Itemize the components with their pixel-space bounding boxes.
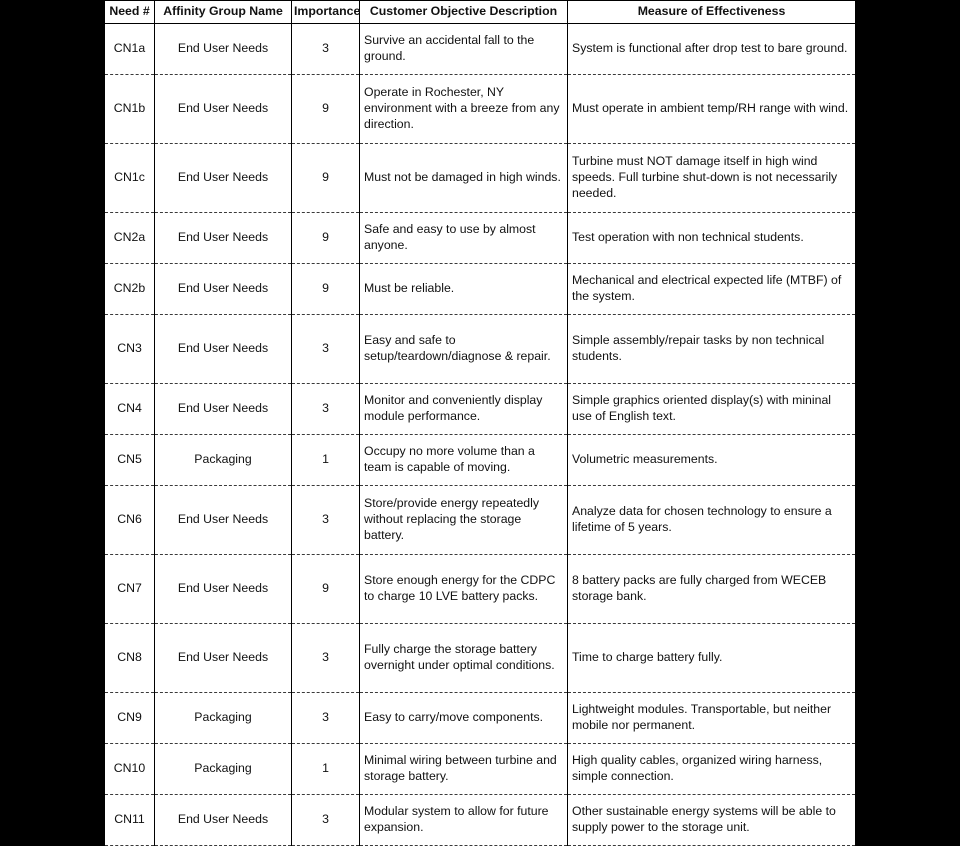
cell-need: CN2a: [104, 211, 155, 264]
table-row: CN5 Packaging 1 Occupy no more volume th…: [104, 433, 856, 486]
cell-affinity: End User Needs: [154, 484, 292, 555]
cell-need: CN10: [104, 742, 155, 795]
cell-measure: Lightweight modules. Transportable, but …: [567, 691, 856, 744]
cell-need: CN5: [104, 433, 155, 486]
table-row: CN2b End User Needs 9 Must be reliable. …: [104, 262, 856, 315]
cell-measure: Analyze data for chosen technology to en…: [567, 484, 856, 555]
cell-importance: 9: [291, 211, 360, 264]
cell-measure: Simple assembly/repair tasks by non tech…: [567, 313, 856, 384]
cell-importance: 9: [291, 553, 360, 624]
table-row: CN7 End User Needs 9 Store enough energy…: [104, 553, 856, 624]
cell-importance: 9: [291, 73, 360, 144]
cell-importance: 1: [291, 433, 360, 486]
cell-need: CN1c: [104, 142, 155, 213]
cell-description: Fully charge the storage battery overnig…: [359, 622, 568, 693]
cell-affinity: End User Needs: [154, 73, 292, 144]
cell-description: Must be reliable.: [359, 262, 568, 315]
cell-affinity: End User Needs: [154, 22, 292, 75]
needs-table-sheet: Need # Affinity Group Name Importance Cu…: [104, 0, 856, 846]
cell-description: Modular system to allow for future expan…: [359, 793, 568, 846]
cell-importance: 3: [291, 382, 360, 435]
cell-description: Monitor and conveniently display module …: [359, 382, 568, 435]
cell-affinity: End User Needs: [154, 382, 292, 435]
table-row: CN10 Packaging 1 Minimal wiring between …: [104, 742, 856, 795]
cell-importance: 3: [291, 793, 360, 846]
table-header: Need # Affinity Group Name Importance Cu…: [104, 0, 856, 24]
cell-description: Must not be damaged in high winds.: [359, 142, 568, 213]
cell-affinity: End User Needs: [154, 553, 292, 624]
column-header-affinity-group: Affinity Group Name: [154, 0, 292, 24]
cell-description: Store/provide energy repeatedly without …: [359, 484, 568, 555]
cell-importance: 3: [291, 313, 360, 384]
cell-measure: Time to charge battery fully.: [567, 622, 856, 693]
table-row: CN3 End User Needs 3 Easy and safe to se…: [104, 313, 856, 384]
cell-description: Occupy no more volume than a team is cap…: [359, 433, 568, 486]
table-row: CN4 End User Needs 3 Monitor and conveni…: [104, 382, 856, 435]
cell-description: Operate in Rochester, NY environment wit…: [359, 73, 568, 144]
column-header-measure: Measure of Effectiveness: [567, 0, 856, 24]
cell-measure: Other sustainable energy systems will be…: [567, 793, 856, 846]
customer-needs-table: Need # Affinity Group Name Importance Cu…: [104, 0, 856, 846]
cell-need: CN6: [104, 484, 155, 555]
cell-affinity: End User Needs: [154, 313, 292, 384]
cell-affinity: Packaging: [154, 691, 292, 744]
cell-affinity: End User Needs: [154, 262, 292, 315]
cell-measure: Mechanical and electrical expected life …: [567, 262, 856, 315]
table-header-row: Need # Affinity Group Name Importance Cu…: [104, 0, 856, 24]
cell-description: Minimal wiring between turbine and stora…: [359, 742, 568, 795]
cell-importance: 9: [291, 142, 360, 213]
cell-importance: 3: [291, 622, 360, 693]
cell-need: CN9: [104, 691, 155, 744]
table-row: CN1a End User Needs 3 Survive an acciden…: [104, 22, 856, 75]
table-row: CN1b End User Needs 9 Operate in Rochest…: [104, 73, 856, 144]
cell-need: CN4: [104, 382, 155, 435]
cell-measure: Simple graphics oriented display(s) with…: [567, 382, 856, 435]
cell-description: Store enough energy for the CDPC to char…: [359, 553, 568, 624]
table-row: CN2a End User Needs 9 Safe and easy to u…: [104, 211, 856, 264]
cell-need: CN3: [104, 313, 155, 384]
cell-affinity: End User Needs: [154, 142, 292, 213]
cell-importance: 3: [291, 691, 360, 744]
cell-need: CN2b: [104, 262, 155, 315]
cell-affinity: Packaging: [154, 742, 292, 795]
cell-measure: Volumetric measurements.: [567, 433, 856, 486]
cell-measure: System is functional after drop test to …: [567, 22, 856, 75]
cell-affinity: End User Needs: [154, 793, 292, 846]
cell-need: CN1a: [104, 22, 155, 75]
cell-measure: Test operation with non technical studen…: [567, 211, 856, 264]
cell-need: CN7: [104, 553, 155, 624]
table-row: CN8 End User Needs 3 Fully charge the st…: [104, 622, 856, 693]
cell-measure: Must operate in ambient temp/RH range wi…: [567, 73, 856, 144]
cell-affinity: End User Needs: [154, 622, 292, 693]
cell-measure: Turbine must NOT damage itself in high w…: [567, 142, 856, 213]
cell-importance: 1: [291, 742, 360, 795]
cell-need: CN8: [104, 622, 155, 693]
cell-affinity: End User Needs: [154, 211, 292, 264]
cell-importance: 3: [291, 22, 360, 75]
table-body: CN1a End User Needs 3 Survive an acciden…: [104, 22, 856, 846]
cell-description: Safe and easy to use by almost anyone.: [359, 211, 568, 264]
cell-description: Easy and safe to setup/teardown/diagnose…: [359, 313, 568, 384]
cell-importance: 3: [291, 484, 360, 555]
cell-need: CN11: [104, 793, 155, 846]
table-row: CN6 End User Needs 3 Store/provide energ…: [104, 484, 856, 555]
cell-affinity: Packaging: [154, 433, 292, 486]
cell-measure: High quality cables, organized wiring ha…: [567, 742, 856, 795]
table-row: CN1c End User Needs 9 Must not be damage…: [104, 142, 856, 213]
cell-description: Survive an accidental fall to the ground…: [359, 22, 568, 75]
cell-measure: 8 battery packs are fully charged from W…: [567, 553, 856, 624]
table-row: CN9 Packaging 3 Easy to carry/move compo…: [104, 691, 856, 744]
table-row: CN11 End User Needs 3 Modular system to …: [104, 793, 856, 846]
column-header-description: Customer Objective Description: [359, 0, 568, 24]
cell-description: Easy to carry/move components.: [359, 691, 568, 744]
column-header-need: Need #: [104, 0, 155, 24]
cell-need: CN1b: [104, 73, 155, 144]
column-header-importance: Importance: [291, 0, 360, 24]
cell-importance: 9: [291, 262, 360, 315]
